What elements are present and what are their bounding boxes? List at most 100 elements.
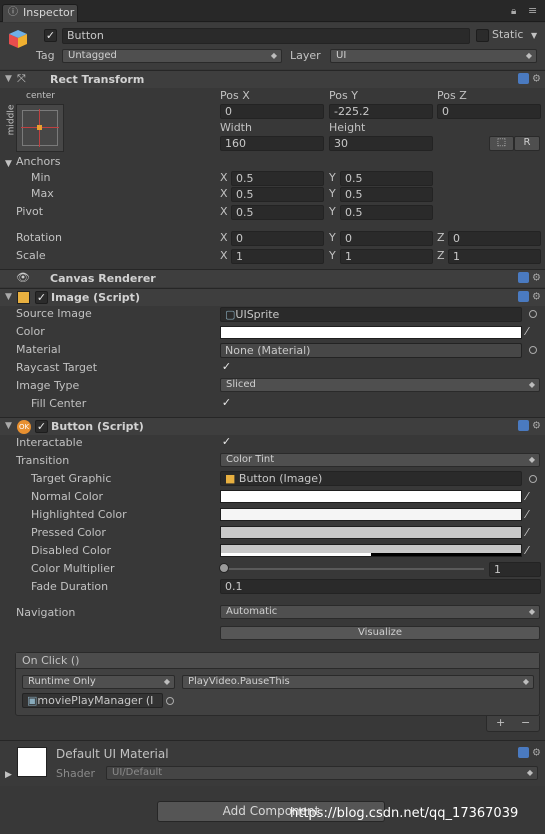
info-icon: ⓘ (8, 7, 18, 18)
disabled-color-swatch[interactable] (220, 544, 522, 557)
height-field[interactable]: 30 (329, 136, 433, 151)
button-enabled-checkbox[interactable]: ✓ (35, 420, 48, 433)
eyedropper-icon[interactable]: ⁄ (526, 325, 528, 339)
max-y-field[interactable]: 0.5 (340, 187, 433, 202)
material-foldout-icon[interactable]: ▶ (5, 768, 12, 782)
layer-dropdown[interactable]: UI ◆ (330, 49, 537, 63)
eyedropper-icon[interactable]: ⁄ (526, 508, 528, 522)
object-name-field[interactable]: Button (62, 28, 470, 44)
pressed-color-swatch[interactable] (220, 526, 522, 539)
color-swatch[interactable] (220, 326, 522, 339)
max-x-field[interactable]: 0.5 (231, 187, 324, 202)
rect-transform-header[interactable]: ▼ ⤧ Rect Transform ⚙ (0, 70, 545, 88)
object-picker-icon[interactable] (166, 697, 174, 705)
pivot-y-field[interactable]: 0.5 (340, 205, 433, 220)
rect-transform-icon: ⤧ (17, 72, 26, 85)
pivot-x-field[interactable]: 0.5 (231, 205, 324, 220)
scale-x-label: X (220, 249, 228, 262)
image-script-header[interactable]: ▼ ✓ Image (Script) ⚙ (0, 288, 545, 306)
blueprint-mode-button[interactable]: ⬚ (489, 136, 514, 151)
component-header-icons[interactable]: ⚙ (518, 272, 541, 284)
target-object-field[interactable]: ▣moviePlayManager (I (22, 693, 163, 708)
foldout-arrow-icon[interactable]: ▼ (5, 421, 12, 431)
material-section: ▶ Default UI Material Shader UI/Default ◆… (0, 740, 545, 786)
object-picker-icon[interactable] (529, 310, 537, 318)
tab-inspector[interactable]: ⓘ Inspector (2, 4, 78, 22)
target-graphic-field[interactable]: ■ Button (Image) (220, 471, 522, 486)
help-icon (518, 291, 530, 302)
remove-event-button[interactable]: − (521, 716, 530, 730)
anchor-presets-button[interactable] (16, 104, 64, 152)
lock-icon[interactable]: 🔒︎ (511, 5, 516, 19)
object-picker-icon[interactable] (529, 346, 537, 354)
navigation-label: Navigation (16, 606, 76, 619)
tag-dropdown[interactable]: Untagged ◆ (62, 49, 282, 63)
raw-edit-button[interactable]: R (514, 136, 540, 151)
alpha-bar-fill (221, 553, 371, 556)
eyedropper-icon[interactable]: ⁄ (526, 490, 528, 504)
visualize-button[interactable]: Visualize (220, 626, 540, 640)
button-script-header[interactable]: ▼ OK ✓ Button (Script) ⚙ (0, 417, 545, 435)
rot-y-field[interactable]: 0 (340, 231, 433, 246)
object-picker-icon[interactable] (529, 475, 537, 483)
posx-label: Pos X (220, 89, 250, 102)
highlighted-color-swatch[interactable] (220, 508, 522, 521)
fill-center-checkbox[interactable]: ✓ (220, 397, 233, 410)
dropdown-arrow-icon: ◆ (270, 51, 277, 60)
shader-dropdown[interactable]: UI/Default ◆ (106, 766, 538, 780)
gameobject-icon (8, 29, 28, 49)
rot-x-field[interactable]: 0 (231, 231, 324, 246)
static-dropdown-icon[interactable]: ▼ (531, 29, 537, 43)
interactable-checkbox[interactable]: ✓ (220, 436, 233, 449)
multiplier-slider-thumb[interactable] (219, 563, 229, 573)
interactable-label: Interactable (16, 436, 83, 449)
component-title: Image (Script) (51, 291, 140, 304)
min-y-field[interactable]: 0.5 (340, 171, 433, 186)
target-graphic-value: Button (Image) (238, 472, 323, 485)
add-event-button[interactable]: + (496, 716, 505, 730)
multiplier-slider-track[interactable] (222, 568, 484, 570)
pressed-color-label: Pressed Color (31, 526, 106, 539)
function-dropdown[interactable]: PlayVideo.PauseThis ◆ (182, 675, 534, 689)
min-x-field[interactable]: 0.5 (231, 171, 324, 186)
material-field[interactable]: None (Material) (220, 343, 522, 358)
tab-title: Inspector (23, 6, 75, 19)
posx-field[interactable]: 0 (220, 104, 324, 119)
anchors-foldout-icon[interactable]: ▼ (5, 157, 12, 171)
eyedropper-icon[interactable]: ⁄ (526, 544, 528, 558)
source-image-field[interactable]: ▢UISprite (220, 307, 522, 322)
static-checkbox[interactable] (476, 29, 489, 42)
canvas-renderer-header[interactable]: 👁︎ Canvas Renderer ⚙ (0, 269, 545, 287)
posy-field[interactable]: -225.2 (329, 104, 433, 119)
width-field[interactable]: 160 (220, 136, 324, 151)
material-header-icons[interactable]: ⚙ (518, 747, 541, 759)
posz-field[interactable]: 0 (437, 104, 541, 119)
foldout-arrow-icon[interactable]: ▼ (5, 292, 12, 302)
watermark: https://blog.csdn.net/qq_17367039 (290, 806, 519, 821)
component-header-icons[interactable]: ⚙ (518, 291, 541, 303)
active-checkbox[interactable]: ✓ (44, 29, 57, 42)
source-image-label: Source Image (16, 307, 92, 320)
min-x-label: X (220, 171, 228, 184)
component-header-icons[interactable]: ⚙ (518, 420, 541, 432)
rot-z-field[interactable]: 0 (448, 231, 541, 246)
transition-dropdown[interactable]: Color Tint ◆ (220, 453, 540, 467)
navigation-dropdown[interactable]: Automatic ◆ (220, 605, 540, 619)
scale-x-field[interactable]: 1 (231, 249, 324, 264)
dropdown-arrow-icon: ◆ (526, 768, 533, 777)
multiplier-field[interactable]: 1 (489, 562, 541, 577)
runtime-dropdown[interactable]: Runtime Only ◆ (22, 675, 175, 689)
min-label: Min (31, 171, 51, 184)
raycast-checkbox[interactable]: ✓ (220, 361, 233, 374)
menu-icon[interactable]: ≡ (528, 4, 537, 18)
eyedropper-icon[interactable]: ⁄ (526, 526, 528, 540)
gear-icon: ⚙ (532, 420, 541, 432)
image-enabled-checkbox[interactable]: ✓ (35, 291, 48, 304)
fade-duration-field[interactable]: 0.1 (220, 579, 541, 594)
normal-color-swatch[interactable] (220, 490, 522, 503)
image-type-dropdown[interactable]: Sliced ◆ (220, 378, 540, 392)
scale-y-field[interactable]: 1 (340, 249, 433, 264)
foldout-arrow-icon[interactable]: ▼ (5, 74, 12, 84)
scale-z-field[interactable]: 1 (448, 249, 541, 264)
component-header-icons[interactable]: ⚙ (518, 73, 541, 85)
